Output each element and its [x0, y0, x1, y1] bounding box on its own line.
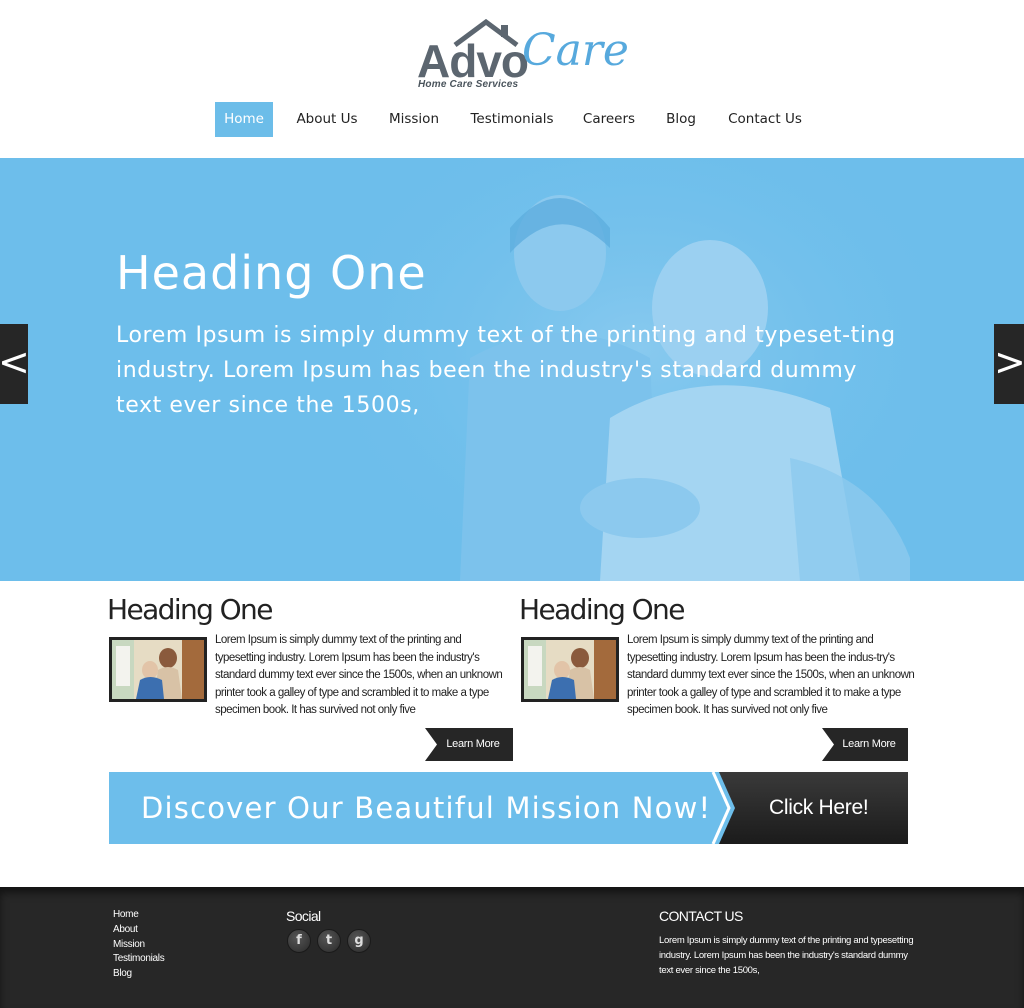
contact-heading: CONTACT US — [659, 908, 743, 924]
nav-blog[interactable]: Blog — [659, 102, 703, 137]
footer-nav: Home About Mission Testimonials Blog — [113, 908, 165, 982]
feature-text: Lorem Ipsum is simply dummy text of the … — [215, 634, 503, 716]
contact-text: Lorem Ipsum is simply dummy text of the … — [659, 935, 914, 976]
nav-testimonials[interactable]: Testimonials — [464, 102, 560, 137]
logo-tagline: Home Care Services — [418, 79, 519, 90]
feature-heading: Heading One — [519, 593, 685, 626]
banner-text-area: Discover Our Beautiful Mission Now! — [109, 772, 719, 844]
social-heading: Social — [286, 908, 321, 924]
facebook-icon[interactable]: f — [287, 929, 311, 953]
footer-link-mission[interactable]: Mission — [113, 938, 164, 953]
feature-card: Heading One Lorem Ipsum is simply dummy … — [519, 590, 929, 762]
nav-about-us[interactable]: About Us — [290, 102, 364, 137]
hero-title: Heading One — [116, 246, 427, 300]
chevron-right-icon — [709, 772, 735, 844]
footer-link-testimonials[interactable]: Testimonials — [113, 952, 165, 967]
nav-mission[interactable]: Mission — [382, 102, 446, 137]
mission-banner: Discover Our Beautiful Mission Now! Clic… — [109, 772, 908, 844]
caregiver-photo-icon — [524, 640, 616, 699]
feature-thumbnail — [521, 637, 619, 702]
logo-text-secondary: Care — [522, 25, 629, 76]
click-here-label: Click Here! — [769, 796, 869, 819]
hero-text: Lorem Ipsum is simply dummy text of the … — [116, 323, 896, 418]
feature-card: Heading One Lorem Ipsum is simply dummy … — [107, 590, 517, 762]
click-here-button[interactable]: Click Here! — [719, 772, 908, 844]
main-nav: Home About Us Mission Testimonials Caree… — [0, 102, 1024, 137]
feature-text: Lorem Ipsum is simply dummy text of the … — [627, 634, 915, 716]
hero-slider: Heading One Lorem Ipsum is simply dummy … — [0, 158, 1024, 581]
site-header: Advo Care Home Care Services Home About … — [0, 0, 1024, 158]
nav-home[interactable]: Home — [215, 102, 273, 137]
slider-prev-button[interactable]: < — [0, 324, 30, 404]
google-icon[interactable]: g — [347, 929, 371, 953]
footer-link-home[interactable]: Home — [113, 908, 164, 923]
logo-text-primary: Advo — [417, 35, 529, 87]
banner-text: Discover Our Beautiful Mission Now! — [141, 791, 712, 825]
site-footer: Home About Mission Testimonials Blog Soc… — [0, 887, 1024, 1008]
nav-careers[interactable]: Careers — [578, 102, 640, 137]
caregiver-photo-icon — [112, 640, 204, 699]
feature-thumbnail — [109, 637, 207, 702]
twitter-icon[interactable]: t — [317, 929, 341, 953]
learn-more-button[interactable]: Learn More — [822, 728, 908, 761]
feature-heading: Heading One — [107, 593, 273, 626]
footer-link-about[interactable]: About — [113, 923, 164, 938]
logo[interactable]: Advo Care Home Care Services — [417, 16, 629, 92]
slider-next-button[interactable]: > — [994, 324, 1024, 404]
learn-more-button[interactable]: Learn More — [425, 728, 513, 761]
footer-link-blog[interactable]: Blog — [113, 967, 164, 982]
nav-contact-us[interactable]: Contact Us — [722, 102, 808, 137]
